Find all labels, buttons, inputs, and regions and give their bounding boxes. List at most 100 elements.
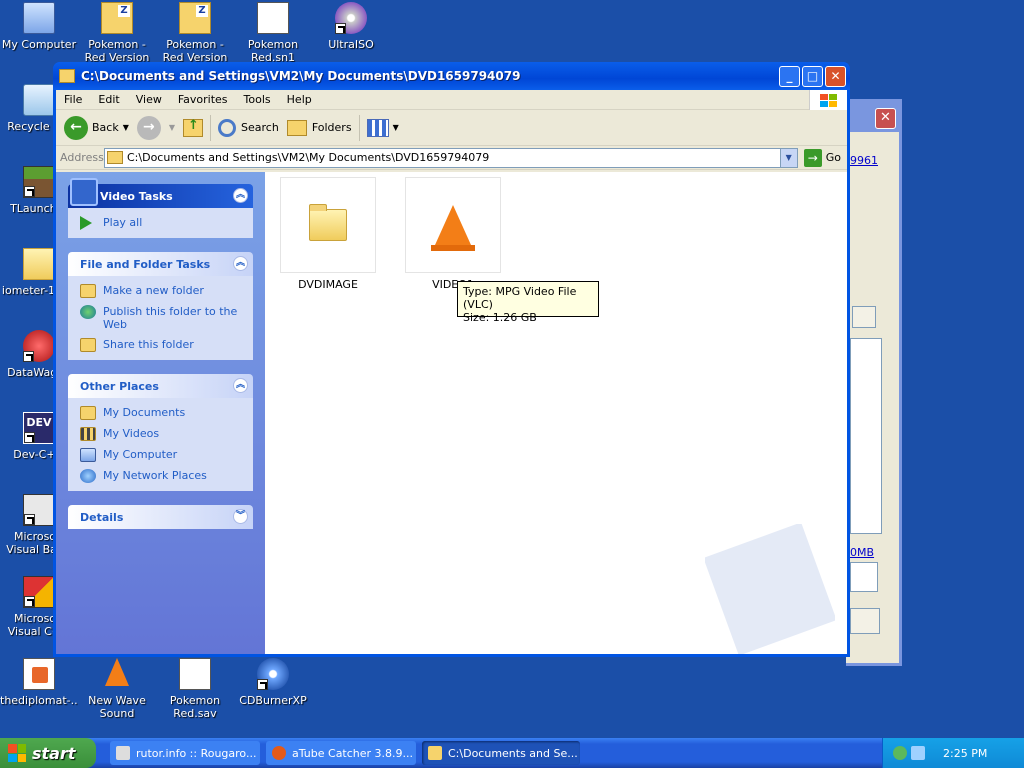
windows-flag-icon [8, 744, 26, 762]
back-button[interactable]: ← Back ▼ [60, 113, 133, 143]
visual-basic-icon [23, 494, 55, 526]
chevron-down-icon[interactable]: ▼ [123, 123, 129, 132]
views-icon [366, 118, 389, 137]
html-file-icon [23, 658, 55, 690]
background-window[interactable]: ✕ 9961 0MB [846, 99, 902, 666]
maximize-button[interactable]: □ [802, 65, 823, 87]
chevron-down-icon[interactable]: ▼ [393, 123, 399, 132]
details-title: Details [80, 510, 124, 524]
folder-icon [23, 248, 55, 280]
play-icon [80, 216, 92, 230]
desktop-icon-pokemon-red-1[interactable]: Z Pokemon - Red Version (UE)[!]... [78, 2, 156, 64]
desktop-icon-pokemon-red-sn1[interactable]: Pokemon Red.sn1 [234, 2, 312, 64]
menu-view[interactable]: View [128, 93, 170, 106]
globe-icon [80, 305, 96, 319]
vlc-icon [101, 658, 133, 690]
address-label: Address [60, 151, 104, 164]
other-places-panel: Other Places ︽ My Documents My Videos My… [68, 374, 253, 491]
search-button[interactable]: Search [214, 113, 283, 143]
desktop-icon-ultraiso[interactable]: UltraISO [312, 2, 390, 64]
chevron-down-icon[interactable]: ︾ [233, 509, 248, 524]
folder-icon [309, 204, 347, 241]
make-new-folder-link[interactable]: Make a new folder [80, 284, 243, 298]
back-label: Back [92, 121, 119, 134]
taskbar-item-rutor[interactable]: rutor.info :: Rougaro... [110, 741, 260, 765]
background-window-list[interactable] [850, 338, 882, 534]
new-folder-icon [80, 284, 96, 298]
my-network-places-link[interactable]: My Network Places [80, 469, 243, 483]
menu-favorites[interactable]: Favorites [170, 93, 236, 106]
clock: 2:25 PM [943, 746, 988, 760]
menu-file[interactable]: File [56, 93, 90, 106]
file-view[interactable]: DVDIMAGE VIDEO1 Type: MPG Video File (VL… [265, 172, 847, 654]
chevron-up-icon[interactable]: ︽ [233, 256, 248, 271]
desktop-icon-cdburnerxp[interactable]: CDBurnerXP [234, 658, 312, 720]
file-folder-tasks-header[interactable]: File and Folder Tasks ︽ [68, 252, 253, 276]
chevron-up-icon[interactable]: ︽ [233, 378, 248, 393]
background-window-link[interactable]: 9961 [850, 154, 878, 167]
desktop-icon-new-wave-sound[interactable]: New Wave Sound [78, 658, 156, 720]
my-computer-link[interactable]: My Computer [80, 448, 243, 462]
my-documents-icon [80, 406, 96, 420]
folders-icon [286, 119, 307, 136]
desktop-icon-pokemon-red-2[interactable]: Z Pokemon - Red Version (UE)... [156, 2, 234, 64]
recycle-bin-icon [23, 84, 55, 116]
menu-bar: File Edit View Favorites Tools Help [56, 90, 847, 110]
minimize-button[interactable]: _ [779, 65, 800, 87]
forward-button[interactable]: → ▼ [133, 113, 179, 143]
address-input[interactable]: C:\Documents and Settings\VM2\My Documen… [104, 147, 798, 168]
video-tasks-header[interactable]: Video Tasks ︽ [68, 178, 253, 208]
folders-button[interactable]: Folders [283, 113, 356, 143]
close-button[interactable]: ✕ [825, 65, 846, 87]
views-button[interactable]: ▼ [363, 113, 403, 143]
my-videos-link[interactable]: My Videos [80, 427, 243, 441]
video-file-item[interactable]: VIDEO1 [405, 177, 501, 291]
file-tooltip: Type: MPG Video File (VLC) Size: 1.26 GB [457, 281, 599, 324]
desktop-icon-pokemon-red-sav[interactable]: Pokemon Red.sav [156, 658, 234, 720]
background-window-close-button[interactable]: ✕ [875, 108, 896, 129]
background-window-field[interactable] [850, 562, 878, 592]
background-window-size-link[interactable]: 0MB [850, 546, 874, 559]
details-header[interactable]: Details ︾ [68, 505, 253, 529]
go-button[interactable]: → Go [798, 148, 847, 167]
menu-tools[interactable]: Tools [236, 93, 279, 106]
utorrent-icon[interactable] [893, 746, 907, 760]
window-body: Video Tasks ︽ Play all File and Folder T… [56, 172, 847, 654]
zip-file-icon: Z [101, 2, 133, 34]
other-places-body: My Documents My Videos My Computer My Ne… [68, 398, 253, 491]
taskbar-item-atube[interactable]: aTube Catcher 3.8.9... [266, 741, 416, 765]
start-button[interactable]: start [0, 738, 96, 768]
cdburner-icon [257, 658, 289, 690]
play-all-link[interactable]: Play all [80, 216, 243, 230]
go-label: Go [825, 151, 841, 164]
menu-help[interactable]: Help [279, 93, 320, 106]
desktop-icon-thediplomat[interactable]: thediplomat-... [0, 658, 78, 720]
search-label: Search [241, 121, 279, 134]
video-tasks-body: Play all [68, 208, 253, 238]
document-icon [257, 2, 289, 34]
menu-edit[interactable]: Edit [90, 93, 127, 106]
task-pane: Video Tasks ︽ Play all File and Folder T… [56, 172, 265, 654]
background-window-button[interactable] [852, 306, 876, 328]
publish-folder-link[interactable]: Publish this folder to the Web [80, 305, 243, 331]
my-documents-link[interactable]: My Documents [80, 406, 243, 420]
other-places-header[interactable]: Other Places ︽ [68, 374, 253, 398]
chevron-down-icon[interactable]: ▼ [169, 123, 175, 132]
share-folder-link[interactable]: Share this folder [80, 338, 243, 352]
taskbar: start rutor.info :: Rougaro... aTube Cat… [0, 738, 1024, 768]
network-tray-icon[interactable] [911, 746, 925, 760]
film-watermark-icon [705, 524, 835, 654]
file-folder-tasks-title: File and Folder Tasks [80, 257, 211, 271]
taskbar-item-explorer[interactable]: C:\Documents and Se... [422, 741, 580, 765]
desktop-icon-my-computer[interactable]: My Computer [0, 2, 78, 64]
folder-item[interactable]: DVDIMAGE [280, 177, 376, 291]
go-arrow-icon: → [803, 148, 822, 167]
video-tasks-title: Video Tasks [100, 189, 173, 203]
up-folder-button[interactable]: ↑ [179, 113, 207, 143]
file-folder-tasks-body: Make a new folder Publish this folder to… [68, 276, 253, 360]
background-window-button-2[interactable] [850, 608, 880, 634]
explorer-window[interactable]: C:\Documents and Settings\VM2\My Documen… [53, 62, 850, 657]
window-titlebar[interactable]: C:\Documents and Settings\VM2\My Documen… [53, 62, 850, 90]
chevron-up-icon[interactable]: ︽ [233, 188, 248, 203]
chevron-down-icon[interactable]: ▼ [779, 148, 797, 167]
